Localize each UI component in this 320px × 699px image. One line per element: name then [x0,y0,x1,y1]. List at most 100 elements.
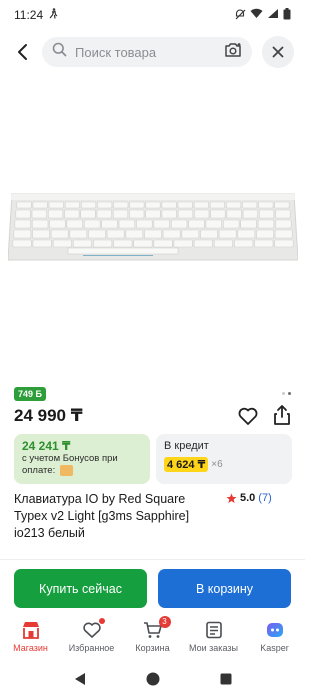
battery-icon [283,7,291,23]
rating-value: 5.0 [240,492,256,504]
signal-icon [267,8,279,22]
keycap [32,239,52,248]
product-price: 24 990 ₸ [14,406,83,425]
keycap [31,209,47,219]
keycap [92,239,112,248]
keycap [257,219,274,229]
product-title: Клавиатура IO by Red Square Typex v2 Lig… [14,492,190,540]
add-to-cart-button[interactable]: В корзину [158,569,291,608]
keycap [273,201,290,209]
keycap [153,239,173,248]
keycap [112,239,132,248]
keycap [31,229,50,239]
close-button[interactable] [262,36,294,68]
keycap [12,239,32,248]
system-back-button[interactable] [74,672,86,691]
tab-cart[interactable]: 3 Корзина [122,613,183,659]
shop-icon [20,620,42,640]
keycap [209,201,225,209]
tab-label: Избранное [68,643,115,653]
back-button[interactable] [10,40,34,64]
product-rating[interactable]: 5.0 (7) [226,492,272,504]
keycap [233,239,253,248]
tab-label: Мои заказы [189,643,238,653]
search-placeholder: Поиск товара [75,44,157,60]
keycap [239,219,257,229]
keycap [187,219,205,229]
tab-my-orders[interactable]: Мои заказы [183,613,244,659]
bonus-price: 24 241 ₸ [22,439,71,453]
buy-now-button[interactable]: Купить сейчас [14,569,147,608]
tab-favorites[interactable]: Избранное [61,613,122,659]
keycap [144,201,160,209]
purchase-action-bar: Купить сейчас В корзину [0,559,305,613]
heart-icon [238,407,258,425]
tab-label: Магазин [13,643,48,653]
keycap [199,229,218,239]
keycap [66,219,83,229]
keycap [273,239,294,248]
keycap [253,239,273,248]
credit-months: ×6 [211,459,223,470]
keycap [274,219,291,229]
keycap [213,239,233,248]
system-recents-button[interactable] [220,672,232,690]
tab-label: Корзина [135,643,170,653]
keycap [143,229,162,239]
keycap [48,201,64,209]
keycap [237,229,255,239]
credit-label: В кредит [164,440,209,452]
keycap [173,239,193,248]
cart-icon: 3 [142,616,171,640]
keycap [68,229,87,239]
keycap [87,229,106,239]
circle-home-icon [146,672,159,685]
review-count[interactable]: (7) [258,492,271,504]
keycap [193,209,209,219]
keycap [218,229,237,239]
keycap [106,229,124,239]
keycap [177,209,193,219]
keycap [100,219,118,229]
cart-count-badge: 3 [158,616,171,628]
add-to-favorites-button[interactable] [237,405,259,427]
keycap [209,209,226,219]
search-input[interactable]: Поиск товара [42,37,252,67]
keycap [52,239,72,248]
kaspi-bonus-icon [59,465,73,476]
tab-shop[interactable]: Магазин [0,613,61,659]
keyboard-image [7,193,298,261]
keycap [225,201,241,209]
keycap [47,209,63,219]
gallery-dot-active [288,392,291,395]
keycap [162,229,181,239]
product-image[interactable] [0,168,305,278]
keycap [50,229,68,239]
keycap [79,209,96,219]
bonus-points-chip: 749 Б [14,387,46,401]
keycap [128,209,144,219]
tab-kasper[interactable]: Kasper [244,613,305,659]
status-bar: 11:24 [0,0,305,30]
keycap [31,219,48,229]
bonus-price-card[interactable]: 24 241 ₸ с учетом Бонусов при оплате: [14,434,150,484]
keycap [112,201,128,209]
keycap [83,219,100,229]
keycap [226,209,242,219]
walking-icon [49,8,58,22]
gallery-indicator [282,392,291,395]
keycap [170,219,187,229]
status-time: 11:24 [14,8,44,22]
gallery-dot [282,392,285,395]
triangle-back-icon [74,672,85,685]
keycap [144,209,161,219]
keycap [13,229,31,239]
share-button[interactable] [271,404,293,426]
close-icon [272,46,284,58]
keycap [274,229,293,239]
system-home-button[interactable] [146,672,160,691]
credit-option-card[interactable]: В кредит 4 624 ₸ ×6 [156,434,292,484]
keycap [64,201,80,209]
chevron-left-icon [18,44,27,60]
camera-search-icon[interactable] [224,42,242,63]
